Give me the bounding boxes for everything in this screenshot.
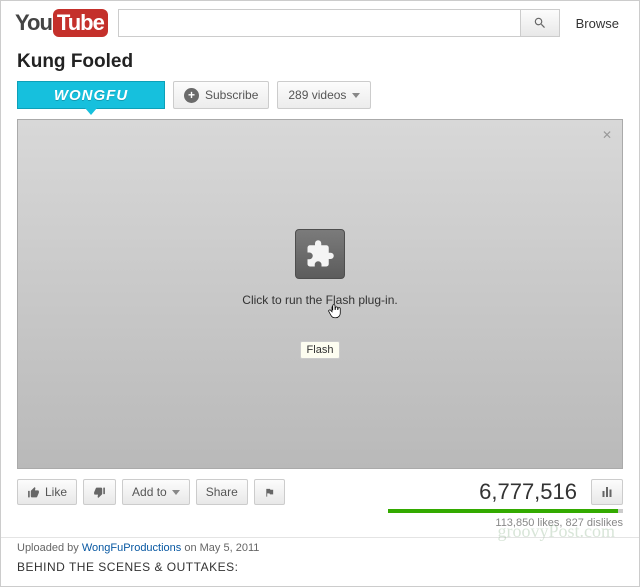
likes-row: 113,850 likes, 827 dislikes <box>1 509 639 533</box>
search-form <box>118 9 560 37</box>
plugin-text: Click to run the Flash plug-in. <box>242 293 397 307</box>
flag-icon <box>264 486 275 499</box>
search-input[interactable] <box>118 9 520 37</box>
description-snippet: BEHIND THE SCENES & OUTTAKES: <box>1 556 639 574</box>
action-row: Like Add to Share 6,777,516 <box>1 469 639 509</box>
chevron-down-icon <box>172 490 180 495</box>
channel-row: WONGFU + Subscribe 289 videos <box>1 81 639 119</box>
puzzle-icon <box>305 239 335 269</box>
videos-count-label: 289 videos <box>288 88 346 102</box>
videos-count-button[interactable]: 289 videos <box>277 81 371 109</box>
flash-tooltip: Flash <box>300 341 341 359</box>
bars-icon <box>600 486 614 498</box>
chevron-down-icon <box>352 93 360 98</box>
channel-badge-text: WONGFU <box>54 87 128 104</box>
close-icon[interactable]: ✕ <box>602 128 612 142</box>
subscribe-button[interactable]: + Subscribe <box>173 81 269 109</box>
youtube-logo[interactable]: You Tube <box>15 9 108 37</box>
flag-button[interactable] <box>254 479 285 505</box>
add-to-label: Add to <box>132 485 167 499</box>
dislike-button[interactable] <box>83 479 116 505</box>
likes-text: 113,850 likes, 827 dislikes <box>17 517 623 529</box>
plus-icon: + <box>184 88 199 103</box>
plugin-placeholder-button[interactable] <box>295 229 345 279</box>
share-label: Share <box>206 485 238 499</box>
likes-bar <box>388 509 623 513</box>
uploaded-suffix: on May 5, 2011 <box>181 542 259 554</box>
like-button[interactable]: Like <box>17 479 77 505</box>
uploaded-prefix: Uploaded by <box>17 542 82 554</box>
upload-info: Uploaded by WongFuProductions on May 5, … <box>1 537 639 556</box>
logo-tube: Tube <box>53 9 108 37</box>
share-button[interactable]: Share <box>196 479 248 505</box>
channel-badge[interactable]: WONGFU <box>17 81 165 109</box>
stats-button[interactable] <box>591 479 623 505</box>
view-count: 6,777,516 <box>479 479 577 505</box>
logo-you: You <box>15 10 52 36</box>
search-button[interactable] <box>520 9 560 37</box>
thumbs-down-icon <box>93 486 106 499</box>
browse-link[interactable]: Browse <box>570 16 625 31</box>
video-player[interactable]: ✕ Click to run the Flash plug-in. Flash <box>17 119 623 469</box>
thumbs-up-icon <box>27 486 40 499</box>
uploader-link[interactable]: WongFuProductions <box>82 542 181 554</box>
header: You Tube Browse <box>1 1 639 45</box>
magnifier-icon <box>533 16 547 30</box>
like-label: Like <box>45 485 67 499</box>
add-to-button[interactable]: Add to <box>122 479 190 505</box>
video-title: Kung Fooled <box>1 45 639 81</box>
subscribe-label: Subscribe <box>205 88 258 102</box>
